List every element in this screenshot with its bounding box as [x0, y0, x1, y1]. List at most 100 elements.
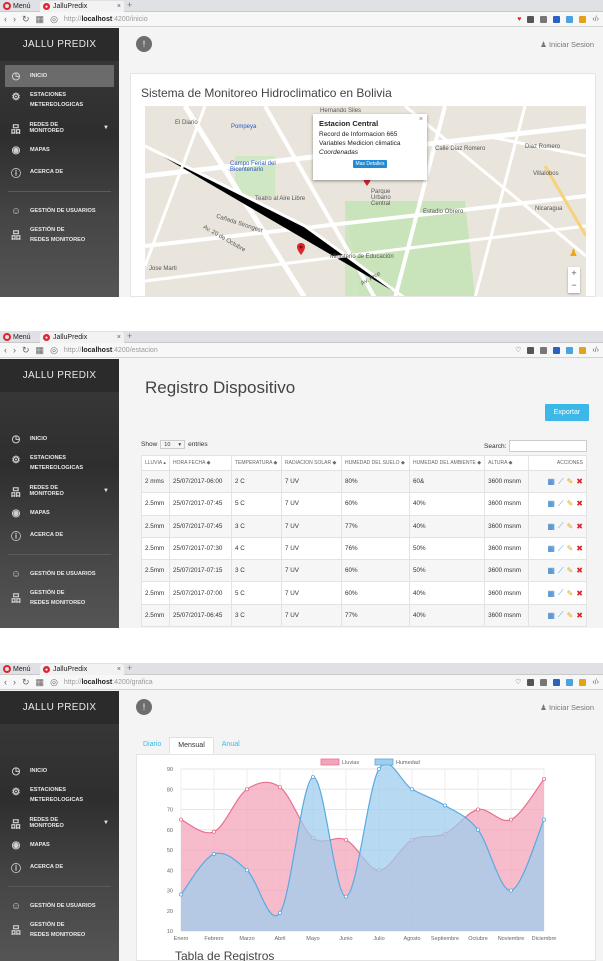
new-tab-button[interactable]: +: [127, 331, 132, 341]
sidebar-item-gestion-redes[interactable]: 品 GESTIÓN DE REDES MONITOREO: [0, 917, 119, 947]
tab-close-icon[interactable]: ×: [117, 334, 121, 341]
table-view-icon[interactable]: ▦: [547, 611, 555, 620]
column-header[interactable]: HUMEDAD DEL AMBIENTE ◆: [408, 455, 486, 471]
edit-icon[interactable]: ✎: [567, 589, 574, 598]
sidebar-item-redes[interactable]: 品 REDES DE MONITOREO ▼: [0, 812, 119, 834]
table-view-icon[interactable]: ▦: [547, 522, 555, 531]
chart-view-icon[interactable]: ⟋: [558, 477, 564, 487]
login-link[interactable]: ♟ Iniciar Sesion: [540, 703, 594, 712]
shield-icon[interactable]: [527, 15, 535, 23]
dev-tools-icon[interactable]: ‹/›: [592, 16, 599, 23]
speed-dial-icon[interactable]: ▦: [36, 14, 45, 25]
extension-color-icon[interactable]: [579, 346, 587, 354]
delete-icon[interactable]: ✖: [576, 499, 583, 508]
entries-select[interactable]: 10 ▾: [160, 440, 186, 449]
delete-icon[interactable]: ✖: [576, 477, 583, 486]
shield-icon[interactable]: [527, 678, 535, 686]
new-tab-button[interactable]: +: [127, 663, 132, 673]
url-field[interactable]: http://localhost:4200/estacion: [64, 347, 158, 354]
reload-icon[interactable]: ↻: [22, 14, 30, 25]
sidebar-item-redes[interactable]: 品 REDES DE MONITOREO ▼: [0, 117, 119, 139]
sidebar-item-redes[interactable]: 品 REDES DE MONITOREO ▼: [0, 480, 119, 502]
column-header[interactable]: ALTURA ◆: [484, 455, 530, 471]
delete-icon[interactable]: ✖: [576, 544, 583, 553]
back-icon[interactable]: ‹: [4, 14, 7, 24]
sidebar-item-gestion-redes[interactable]: 品 GESTIÓN DE REDES MONITOREO: [0, 222, 119, 252]
site-info-icon[interactable]: ◎: [50, 677, 58, 688]
browser-tab[interactable]: ● JalluPredix ×: [40, 1, 124, 12]
extension-blue-icon[interactable]: [553, 346, 561, 354]
chart-view-icon[interactable]: ⟋: [558, 588, 564, 598]
delete-icon[interactable]: ✖: [576, 611, 583, 620]
chart-view-icon[interactable]: ⟋: [558, 566, 564, 576]
column-header[interactable]: HORA FECHA ◆: [169, 455, 232, 471]
extension-blue-icon[interactable]: [553, 15, 561, 23]
sidebar-item-mapas[interactable]: ◉ MAPAS: [0, 502, 119, 524]
edit-icon[interactable]: ✎: [567, 544, 574, 553]
dev-tools-icon[interactable]: ‹/›: [592, 679, 599, 686]
new-tab-button[interactable]: +: [127, 0, 132, 10]
tab-close-icon[interactable]: ×: [117, 666, 121, 673]
map-view[interactable]: Hernando Siles El Diario Pompeya Campo F…: [145, 106, 586, 296]
sidebar-item-mapas[interactable]: ◉ MAPAS: [0, 139, 119, 161]
alert-button[interactable]: !: [136, 699, 152, 715]
site-info-icon[interactable]: ◎: [50, 14, 58, 25]
search-input[interactable]: [509, 440, 588, 452]
sidebar-item-usuarios[interactable]: ☺ GESTIÓN DE USUARIOS: [0, 200, 119, 222]
delete-icon[interactable]: ✖: [576, 589, 583, 598]
extension-color-icon[interactable]: [579, 678, 587, 686]
edit-icon[interactable]: ✎: [567, 522, 574, 531]
sidebar-item-inicio[interactable]: ◷ INICIO: [5, 65, 114, 87]
sidebar-item-acerca[interactable]: ⓘ ACERCA DE: [0, 161, 119, 183]
export-button[interactable]: Exportar: [545, 404, 589, 421]
url-field[interactable]: http://localhost:4200/grafica: [64, 679, 153, 686]
tab-diario[interactable]: Diario: [135, 737, 169, 754]
sidebar-item-usuarios[interactable]: ☺ GESTIÓN DE USUARIOS: [0, 563, 119, 585]
browser-menu-button[interactable]: Menú: [3, 665, 31, 673]
sidebar-item-usuarios[interactable]: ☺ GESTIÓN DE USUARIOS: [0, 895, 119, 917]
sidebar-item-estaciones[interactable]: ⚙ ESTACIONES METEREOLOGICAS: [0, 87, 119, 117]
shield-icon[interactable]: [527, 346, 535, 354]
bookmark-heart-icon[interactable]: ♡: [515, 346, 521, 354]
adblock-icon[interactable]: [540, 15, 548, 23]
extension-blue-icon[interactable]: [553, 678, 561, 686]
login-link[interactable]: ♟ Iniciar Sesion: [540, 40, 594, 49]
bookmark-heart-icon[interactable]: ♡: [515, 678, 521, 686]
zoom-in-button[interactable]: +: [568, 267, 580, 279]
column-header[interactable]: RADIACION SOLAR ◆: [281, 455, 342, 471]
sidebar-item-estaciones[interactable]: ⚙ ESTACIONES METEREOLOGICAS: [0, 450, 119, 480]
sidebar-item-acerca[interactable]: ⓘ ACERCA DE: [0, 856, 119, 878]
extension-puzzle-icon[interactable]: [566, 678, 574, 686]
adblock-icon[interactable]: [540, 346, 548, 354]
delete-icon[interactable]: ✖: [576, 566, 583, 575]
chart-view-icon[interactable]: ⟋: [558, 544, 564, 554]
adblock-icon[interactable]: [540, 678, 548, 686]
column-header[interactable]: TEMPERATURA ◆: [231, 455, 282, 471]
speed-dial-icon[interactable]: ▦: [36, 345, 45, 356]
chart-view-icon[interactable]: ⟋: [558, 610, 564, 620]
dev-tools-icon[interactable]: ‹/›: [592, 347, 599, 354]
sidebar-item-gestion-redes[interactable]: 品 GESTIÓN DE REDES MONITOREO: [0, 585, 119, 615]
mas-detalles-button[interactable]: Mas Detalles: [353, 160, 387, 168]
sidebar-item-mapas[interactable]: ◉ MAPAS: [0, 834, 119, 856]
tab-close-icon[interactable]: ×: [117, 3, 121, 10]
back-icon[interactable]: ‹: [4, 677, 7, 687]
table-view-icon[interactable]: ▦: [547, 544, 555, 553]
reload-icon[interactable]: ↻: [22, 345, 30, 356]
back-icon[interactable]: ‹: [4, 345, 7, 355]
alert-button[interactable]: !: [136, 36, 152, 52]
edit-icon[interactable]: ✎: [567, 477, 574, 486]
info-window-close-icon[interactable]: ×: [419, 116, 423, 123]
sidebar-item-inicio[interactable]: ◷ INICIO: [0, 428, 119, 450]
street-view-pegman-icon[interactable]: ♟: [569, 248, 579, 262]
column-header[interactable]: LLUVIA ▴: [141, 455, 170, 471]
reload-icon[interactable]: ↻: [22, 677, 30, 688]
forward-icon[interactable]: ›: [13, 345, 16, 355]
table-view-icon[interactable]: ▦: [547, 589, 555, 598]
extension-color-icon[interactable]: [579, 15, 587, 23]
table-view-icon[interactable]: ▦: [547, 499, 555, 508]
sidebar-item-inicio[interactable]: ◷ INICIO: [0, 760, 119, 782]
sidebar-item-estaciones[interactable]: ⚙ ESTACIONES METEREOLOGICAS: [0, 782, 119, 812]
browser-tab[interactable]: ● JalluPredix ×: [40, 664, 124, 675]
speed-dial-icon[interactable]: ▦: [36, 677, 45, 688]
